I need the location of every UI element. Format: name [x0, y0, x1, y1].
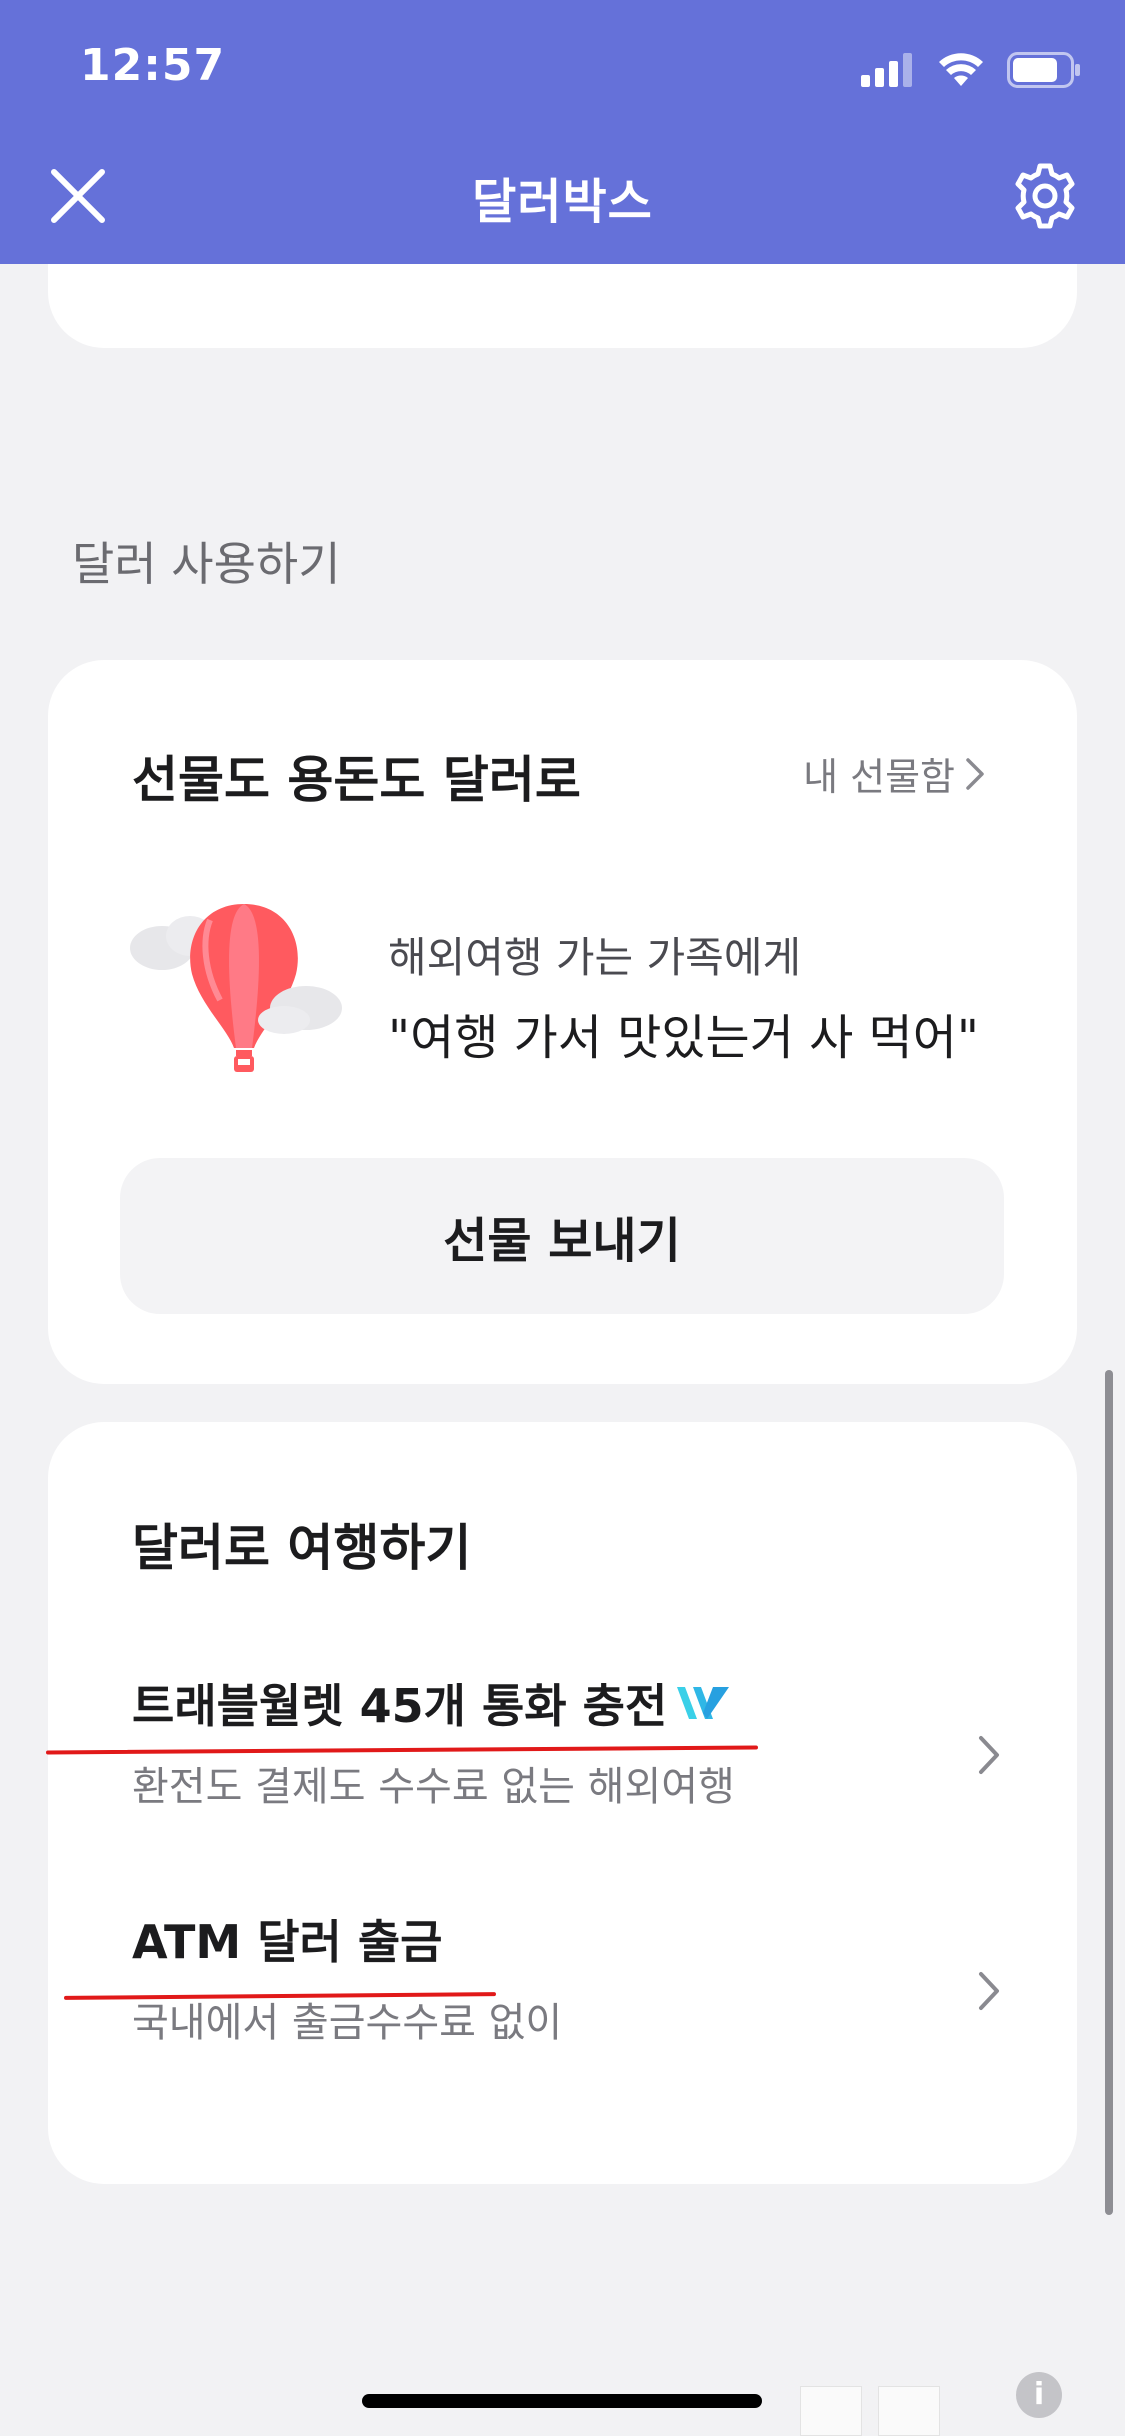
travel-card: 달러로 여행하기 트래블월렛 45개 통화 충전 환전도 결제도 수수료 없는 …	[48, 1422, 1077, 2184]
chevron-right-icon	[966, 757, 984, 790]
scrollbar[interactable]	[1105, 1370, 1113, 2215]
gift-desc-line2: "여행 가서 맛있는거 사 먹어"	[388, 1010, 979, 1066]
gift-card: 선물도 용돈도 달러로 내 선물함 해외여행 가는 가족에게 "여행 가서 맛있…	[48, 660, 1077, 1384]
signal-icon	[861, 53, 912, 87]
travel-wallet-title-row: 트래블월렛 45개 통화 충전	[132, 1670, 731, 1736]
travel-wallet-item[interactable]: 트래블월렛 45개 통화 충전 환전도 결제도 수수료 없는 해외여행	[48, 1670, 1077, 1860]
my-giftbox-link[interactable]: 내 선물함	[803, 746, 985, 801]
page-title: 달러박스	[472, 174, 653, 230]
status-time: 12:57	[80, 40, 226, 91]
hot-air-balloon-icon	[130, 904, 342, 1072]
battery-icon	[1007, 52, 1080, 88]
chevron-right-icon	[979, 1972, 999, 2010]
wifi-icon	[939, 53, 983, 86]
travel-wallet-title: 트래블월렛 45개 통화 충전	[132, 1679, 668, 1733]
ad-thumbnail	[800, 2386, 862, 2436]
my-giftbox-label: 내 선물함	[803, 755, 955, 799]
travelwallet-logo-icon	[677, 1687, 730, 1719]
top-header: 12:57 달러박스	[0, 0, 1125, 264]
gift-desc-line1: 해외여행 가는 가족에게	[388, 933, 802, 982]
chevron-right-icon	[979, 1736, 999, 1774]
gear-icon[interactable]	[1009, 160, 1081, 232]
gift-card-title: 선물도 용돈도 달러로	[132, 751, 581, 809]
info-icon[interactable]: i	[1016, 2372, 1062, 2418]
ad-thumbnails[interactable]	[800, 2386, 940, 2436]
travel-card-title: 달러로 여행하기	[132, 1519, 472, 1577]
section-label: 달러 사용하기	[72, 537, 341, 591]
status-icons	[861, 48, 1081, 92]
ad-thumbnail	[878, 2386, 940, 2436]
atm-withdrawal-title: ATM 달러 출금	[132, 1915, 443, 1969]
travel-wallet-subtitle: 환전도 결제도 수수료 없는 해외여행	[132, 1764, 735, 1810]
send-gift-button[interactable]: 선물 보내기	[120, 1158, 1004, 1314]
home-indicator	[362, 2394, 762, 2408]
atm-withdrawal-item[interactable]: ATM 달러 출금 국내에서 출금수수료 없이	[48, 1906, 1077, 2096]
